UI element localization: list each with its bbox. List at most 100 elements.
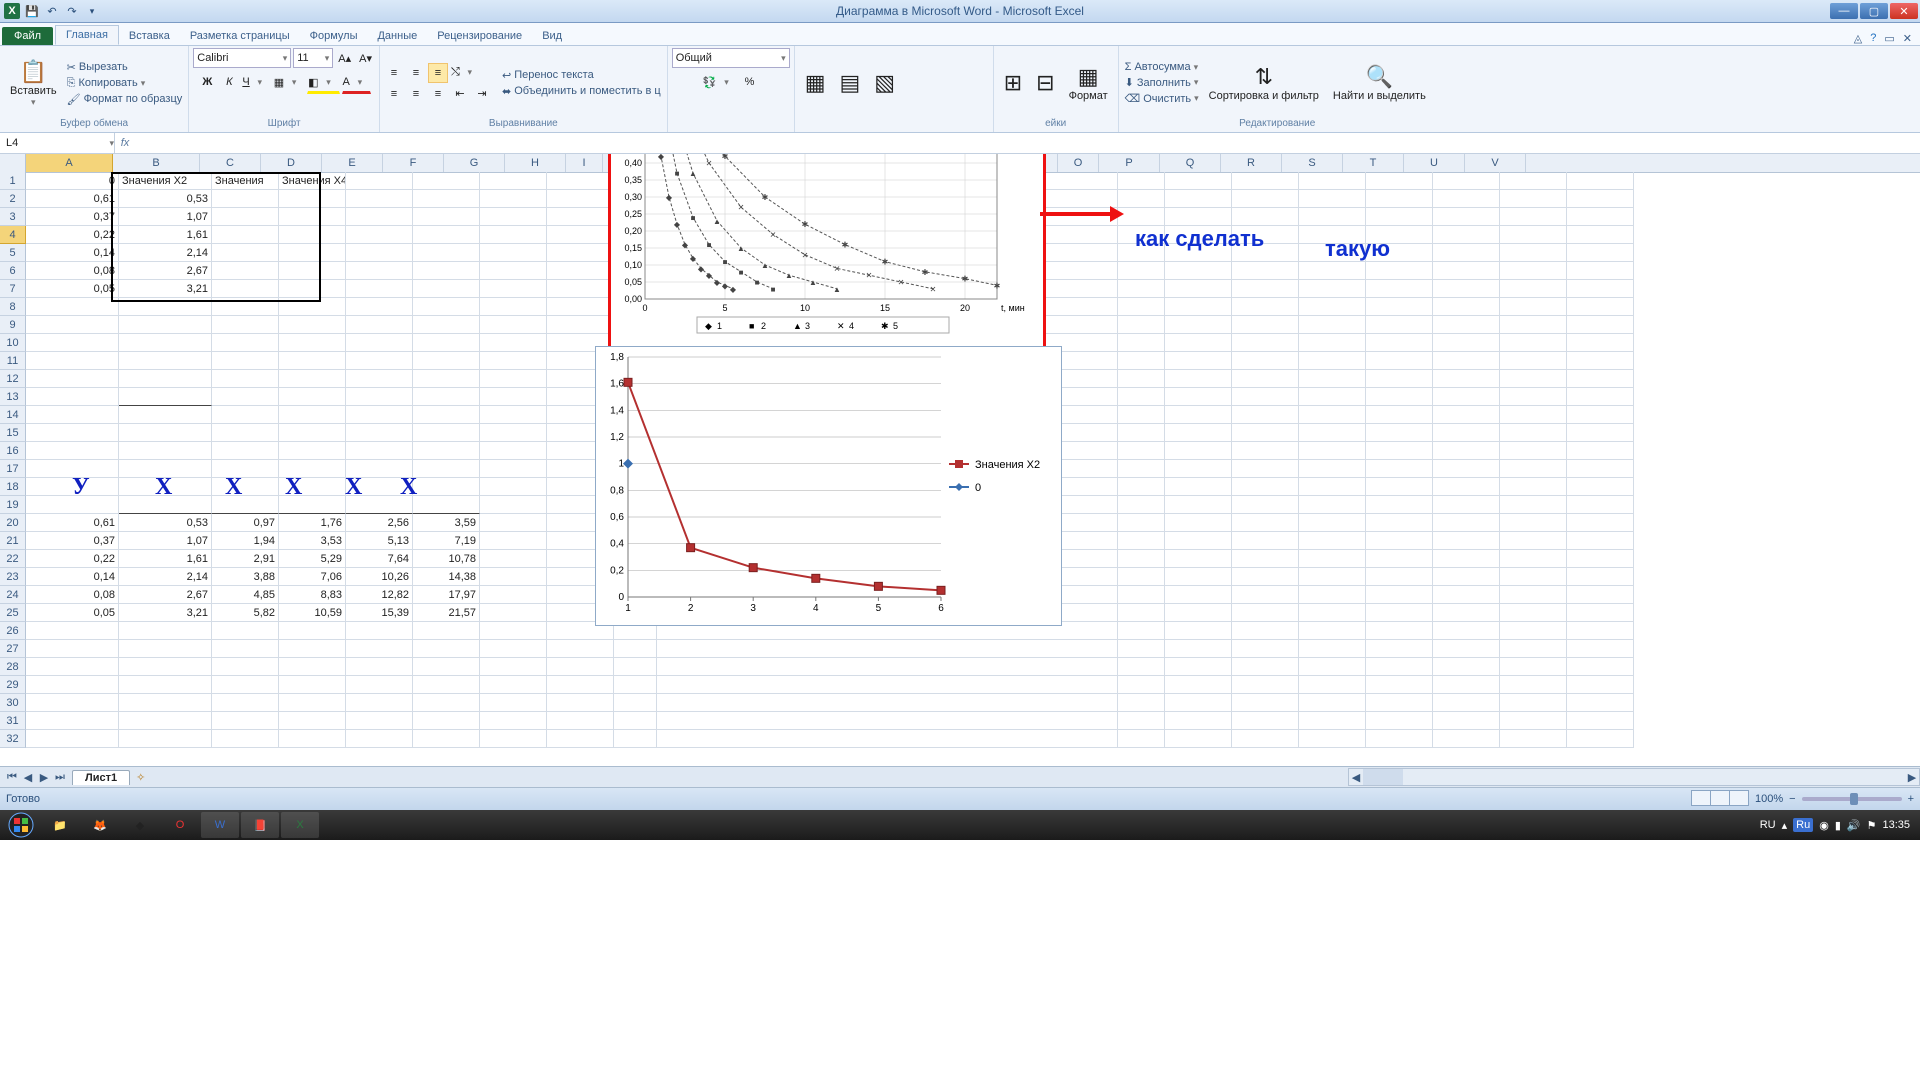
close-button[interactable]: ✕ [1890,3,1918,19]
percent-icon[interactable]: % [740,72,760,92]
tab-home[interactable]: Главная [55,25,119,45]
conditional-formatting-button[interactable]: ▦ [799,68,832,98]
tray-flag-icon[interactable]: ⚑ [1867,819,1877,832]
zoom-slider[interactable] [1802,797,1902,801]
name-box[interactable]: L4▾ [0,133,115,153]
insert-cells-button[interactable]: ⊞ [998,68,1028,98]
increase-font-icon[interactable]: A▴ [335,52,354,65]
format-painter-button[interactable]: 🖌Формат по образцу [65,92,185,107]
align-middle-icon[interactable]: ≡ [406,63,426,83]
cut-button[interactable]: ✂Вырезать [65,60,185,75]
border-button[interactable]: ▦▾ [273,72,305,92]
number-format-combo[interactable]: Общий▾ [672,48,790,68]
fx-icon[interactable]: fx [115,137,135,149]
tray-app-icon[interactable]: ◉ [1819,819,1829,832]
italic-button[interactable]: К [219,72,239,92]
align-right-icon[interactable]: ≡ [428,84,448,104]
underline-button[interactable]: Ч▾ [241,72,270,92]
minimize-ribbon-icon[interactable]: ◬ [1854,32,1862,45]
find-select-button[interactable]: 🔍Найти и выделить [1327,62,1432,104]
align-left-icon[interactable]: ≡ [384,84,404,104]
new-sheet-icon[interactable]: ✧ [130,771,151,784]
taskbar-excel-icon[interactable]: X [281,812,319,838]
taskbar-pdf-icon[interactable]: 📕 [241,812,279,838]
increase-indent-icon[interactable]: ⇥ [472,84,492,104]
qat-dropdown-icon[interactable]: ▾ [84,3,100,19]
format-table-button[interactable]: ▤ [834,68,867,98]
fill-button[interactable]: ⬇Заполнить▾ [1123,75,1201,90]
taskbar-explorer-icon[interactable]: 📁 [41,812,79,838]
lang-indicator[interactable]: RU [1760,819,1776,831]
cell-styles-button[interactable]: ▧ [868,68,901,98]
taskbar-opera-icon[interactable]: O [161,812,199,838]
help-icon[interactable]: ? [1870,32,1876,45]
clock[interactable]: 13:35 [1882,819,1910,831]
save-icon[interactable]: 💾 [24,3,40,19]
taskbar-app-icon[interactable]: ◆ [121,812,159,838]
tray-volume-icon[interactable]: 🔊 [1847,819,1861,832]
select-all-corner[interactable] [0,154,26,172]
autosum-button[interactable]: ΣАвтосумма▾ [1123,60,1201,74]
clear-button[interactable]: ⌫Очистить▾ [1123,91,1201,106]
svg-text:0,25: 0,25 [624,209,642,219]
merge-center-button[interactable]: ⬌Объединить и поместить в ц [500,84,663,99]
paste-button[interactable]: 📋 Вставить ▾ [4,57,63,110]
tab-view[interactable]: Вид [532,27,572,45]
delete-cells-button[interactable]: ⊟ [1030,68,1060,98]
tab-data[interactable]: Данные [367,27,427,45]
zoom-in-icon[interactable]: + [1908,793,1914,805]
view-buttons[interactable] [1692,790,1749,809]
decrease-font-icon[interactable]: A▾ [356,52,375,65]
keyboard-layout[interactable]: Ru [1793,818,1813,832]
tab-review[interactable]: Рецензирование [427,27,532,45]
undo-icon[interactable]: ↶ [44,3,60,19]
window-close-icon[interactable]: ✕ [1903,32,1912,45]
horizontal-scrollbar[interactable]: ◀ ▶ [1348,768,1920,786]
font-color-button[interactable]: A▾ [342,72,371,94]
excel-chart[interactable]: 00,20,40,60,811,21,41,61,8123456Значения… [595,346,1062,626]
bold-button[interactable]: Ж [197,72,217,92]
decrease-indent-icon[interactable]: ⇤ [450,84,470,104]
orientation-icon[interactable]: ⤭▾ [450,63,481,83]
tab-nav-last-icon[interactable]: ⏭ [52,771,68,784]
taskbar-firefox-icon[interactable]: 🦊 [81,812,119,838]
sheet-tab-active[interactable]: Лист1 [72,770,130,785]
start-button[interactable] [2,811,40,839]
window-restore-icon[interactable]: ▭ [1884,32,1894,45]
svg-text:0,05: 0,05 [624,277,642,287]
scroll-left-icon[interactable]: ◀ [1349,769,1363,785]
zoom-out-icon[interactable]: − [1789,793,1795,805]
align-bottom-icon[interactable]: ≡ [428,63,448,83]
table-icon: ▤ [840,70,861,96]
redo-icon[interactable]: ↷ [64,3,80,19]
zoom-level[interactable]: 100% [1755,793,1783,805]
align-top-icon[interactable]: ≡ [384,63,404,83]
tab-page-layout[interactable]: Разметка страницы [180,27,300,45]
file-tab[interactable]: Файл [2,27,53,45]
scroll-thumb[interactable] [1363,769,1403,785]
fill-color-button[interactable]: ◧▾ [307,72,339,94]
svg-text:10: 10 [800,303,810,313]
currency-icon[interactable]: 💱▾ [702,72,738,92]
font-size-combo[interactable]: 11▾ [293,48,333,68]
tab-formulas[interactable]: Формулы [300,27,368,45]
tray-network-icon[interactable]: ▮ [1835,819,1841,832]
sort-filter-button[interactable]: ⇅Сортировка и фильтр [1203,62,1325,104]
tab-insert[interactable]: Вставка [119,27,180,45]
format-cells-button[interactable]: ▦Формат [1063,62,1114,104]
taskbar-word-icon[interactable]: W [201,812,239,838]
tab-nav-first-icon[interactable]: ⏮ [4,771,20,784]
maximize-button[interactable]: ▢ [1860,3,1888,19]
minimize-button[interactable]: — [1830,3,1858,19]
worksheet[interactable]: ABCDEFGHIOPQRSTUV 10Значения X2ЗначенияЗ… [0,154,1920,766]
reference-chart: 0,000,050,100,150,200,250,300,350,400,45… [611,154,1037,343]
tab-nav-next-icon[interactable]: ▶ [36,771,52,784]
scroll-right-icon[interactable]: ▶ [1905,769,1919,785]
copy-button[interactable]: ⎘Копировать▾ [65,76,185,91]
group-alignment-label: Выравнивание [384,118,663,130]
tab-nav-prev-icon[interactable]: ◀ [20,771,36,784]
align-center-icon[interactable]: ≡ [406,84,426,104]
font-name-combo[interactable]: Calibri▾ [193,48,291,68]
tray-show-hidden-icon[interactable]: ▴ [1782,819,1788,832]
wrap-text-button[interactable]: ↩Перенос текста [500,68,663,83]
